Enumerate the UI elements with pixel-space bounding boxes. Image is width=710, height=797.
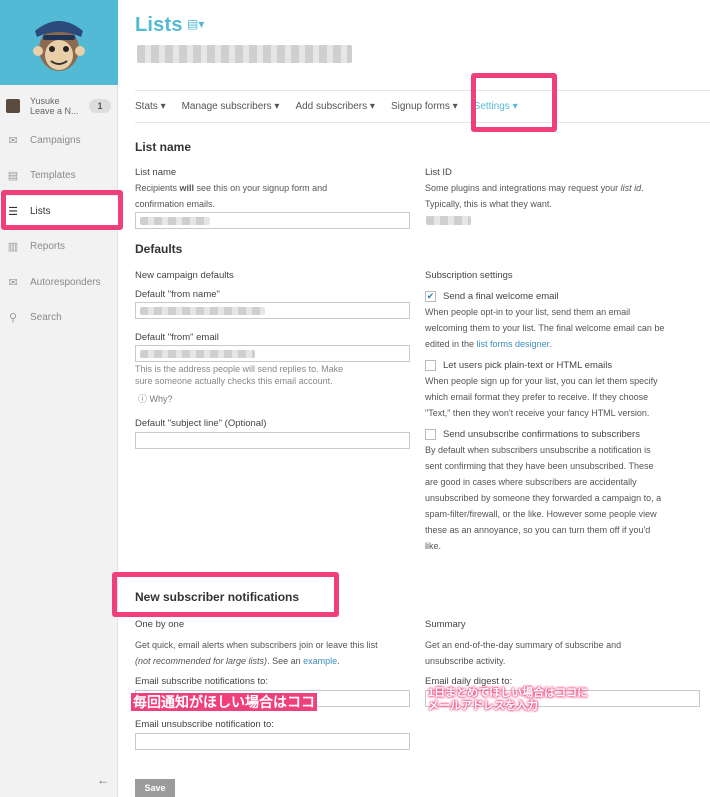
annotation-daily-digest: 1日まとめてほしい場合はココに メールアドレスを入力	[428, 687, 589, 712]
section-heading-list-name: List name	[135, 140, 192, 154]
unsubscribe-confirmation-description: By default when subscribers unsubscribe …	[425, 445, 662, 551]
sidebar-item-label: Autoresponders	[30, 276, 101, 288]
info-icon: ⓘ	[138, 394, 150, 404]
avatar	[6, 99, 20, 113]
autoresponder-icon: ✉	[8, 276, 18, 289]
list-id-label: List ID	[425, 167, 452, 178]
annotation-each-time: 毎回通知がほしい場合はココ	[131, 693, 317, 711]
welcome-email-label: Send a final welcome email	[443, 291, 559, 302]
sidebar-item-label: Reports	[30, 240, 66, 252]
tab-bar: Stats ▾ Manage subscribers ▾ Add subscri…	[135, 90, 710, 123]
user-account[interactable]: Yusuke Leave a N... 1	[6, 95, 111, 117]
sidebar-item-label: Search	[30, 311, 62, 323]
unsubscribe-notification-input[interactable]	[135, 733, 410, 750]
envelope-icon: ✉	[8, 134, 18, 147]
save-button[interactable]: Save	[135, 779, 175, 797]
daily-digest-label: Email daily digest to:	[425, 676, 513, 687]
highlight-lists-annotation	[1, 190, 123, 230]
template-icon: ▤	[7, 169, 19, 182]
subscribe-notification-label: Email subscribe notifications to:	[135, 676, 269, 687]
from-email-input[interactable]	[135, 345, 410, 362]
chimp-logo-icon	[33, 20, 85, 71]
sidebar-item-reports[interactable]: ▥ Reports	[0, 231, 118, 261]
highlight-notifications-annotation	[112, 572, 339, 617]
mailchimp-logo[interactable]	[0, 0, 118, 85]
subject-line-input[interactable]	[135, 432, 410, 449]
sidebar: Yusuke Leave a N... 1 ✉ Campaigns ▤ Temp…	[0, 0, 118, 797]
user-name: Yusuke	[30, 96, 60, 106]
sidebar-item-campaigns[interactable]: ✉ Campaigns	[0, 125, 118, 155]
highlight-settings-annotation	[471, 73, 557, 132]
unsubscribe-confirmation-label: Send unsubscribe confirmations to subscr…	[443, 429, 640, 440]
from-name-label: Default "from name"	[135, 289, 220, 300]
subject-line-label: Default "subject line" (Optional)	[135, 418, 267, 429]
from-email-label: Default "from" email	[135, 332, 219, 343]
sidebar-item-autoresponders[interactable]: ✉ Autoresponders	[0, 267, 118, 297]
notification-count-badge[interactable]: 1	[89, 99, 111, 113]
why-link[interactable]: ⓘ Why?	[138, 391, 173, 407]
page-title: Lists	[135, 14, 183, 36]
plain-text-checkbox[interactable]	[425, 360, 436, 371]
sidebar-item-label: Campaigns	[30, 134, 81, 146]
tab-signup-forms[interactable]: Signup forms ▾	[391, 101, 458, 112]
list-id-value-redacted	[426, 216, 471, 225]
from-email-hint: This is the address people will send rep…	[135, 364, 344, 386]
list-dropdown-icon[interactable]: ▤▾	[187, 17, 204, 31]
example-link[interactable]: example	[303, 656, 337, 666]
unsubscribe-notification-label: Email unsubscribe notification to:	[135, 719, 274, 730]
unsubscribe-confirmation-checkbox[interactable]	[425, 429, 436, 440]
plain-text-description: When people sign up for your list, you c…	[425, 376, 658, 418]
chart-icon: ▥	[7, 240, 19, 253]
sidebar-item-label: Templates	[30, 169, 76, 181]
summary-description: Get an end-of-the-day summary of subscri…	[425, 640, 622, 666]
one-by-one-label: One by one	[135, 619, 185, 630]
from-name-input[interactable]	[135, 302, 410, 319]
summary-label: Summary	[425, 619, 466, 630]
plain-text-label: Let users pick plain-text or HTML emails	[443, 360, 613, 371]
section-heading-defaults: Defaults	[135, 242, 183, 256]
list-name-redacted	[137, 45, 352, 63]
tab-stats[interactable]: Stats ▾	[135, 101, 166, 112]
search-icon: ⚲	[8, 311, 18, 324]
list-id-description: Some plugins and integrations may reques…	[425, 183, 644, 209]
list-name-description: Recipients will see this on your signup …	[135, 183, 328, 209]
tab-manage-subscribers[interactable]: Manage subscribers ▾	[182, 101, 280, 112]
collapse-sidebar-icon[interactable]: ←	[97, 773, 109, 787]
list-name-label: List name	[135, 167, 177, 178]
list-name-input[interactable]	[135, 212, 410, 229]
user-subtitle: Leave a N...	[30, 106, 79, 116]
sidebar-item-search[interactable]: ⚲ Search	[0, 302, 118, 332]
list-forms-designer-link[interactable]: list forms designer.	[477, 339, 552, 349]
campaign-defaults-label: New campaign defaults	[135, 270, 234, 281]
one-by-one-description: Get quick, email alerts when subscribers…	[135, 640, 378, 666]
welcome-email-description: When people opt-in to your list, send th…	[425, 307, 665, 349]
welcome-email-checkbox[interactable]: ✔	[425, 291, 436, 302]
tab-add-subscribers[interactable]: Add subscribers ▾	[295, 101, 375, 112]
sidebar-item-templates[interactable]: ▤ Templates	[0, 160, 118, 190]
subscription-settings-label: Subscription settings	[425, 270, 513, 281]
